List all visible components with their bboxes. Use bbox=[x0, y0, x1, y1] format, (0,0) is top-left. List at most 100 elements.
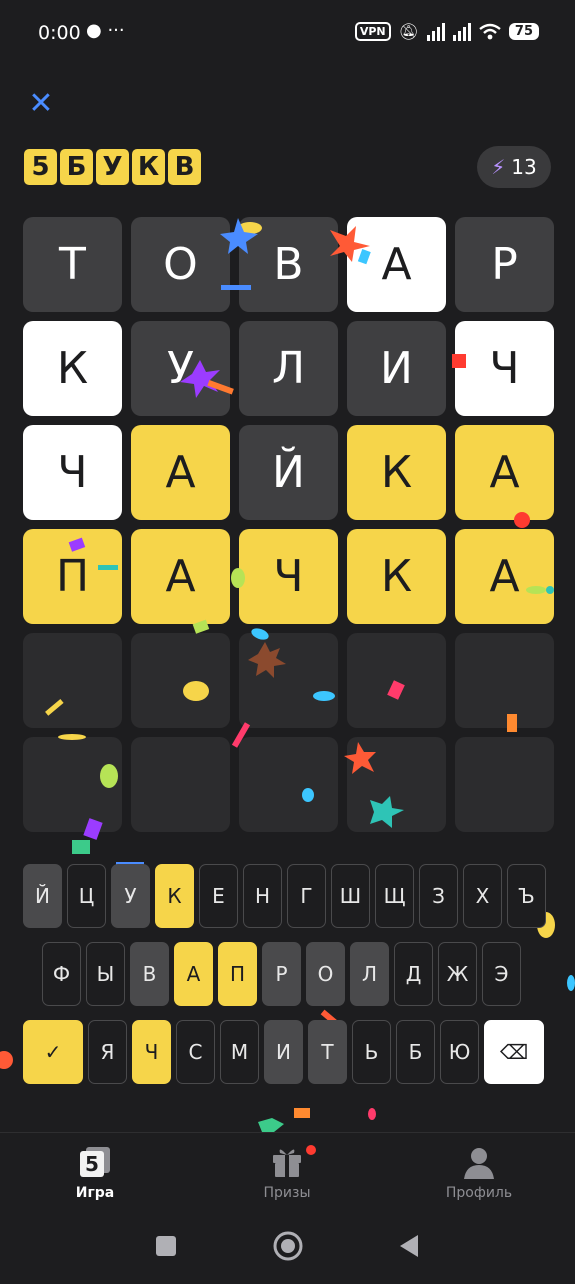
letter-tile: О bbox=[131, 217, 230, 312]
tab-profile[interactable]: Профиль bbox=[419, 1145, 539, 1201]
app-logo: 5 Б У К В bbox=[24, 149, 201, 185]
status-notification-icons: ● ··· bbox=[86, 20, 125, 41]
empty-tile bbox=[23, 633, 122, 728]
letter-tile: П bbox=[23, 529, 122, 624]
letter-tile: А bbox=[455, 529, 554, 624]
key[interactable]: Щ bbox=[375, 864, 414, 928]
letter-tile: К bbox=[347, 529, 446, 624]
system-navigation-bar bbox=[0, 1212, 575, 1280]
key[interactable]: Ц bbox=[67, 864, 106, 928]
key[interactable]: Ш bbox=[331, 864, 370, 928]
letter-tile: А bbox=[131, 425, 230, 520]
key[interactable]: И bbox=[264, 1020, 303, 1084]
svg-text:5: 5 bbox=[85, 1152, 99, 1176]
letter-tile: У bbox=[131, 321, 230, 416]
submit-check-icon[interactable]: ✓ bbox=[23, 1020, 83, 1084]
key[interactable]: Я bbox=[88, 1020, 127, 1084]
key[interactable]: Б bbox=[396, 1020, 435, 1084]
game-icon: 5 bbox=[80, 1147, 110, 1177]
recents-icon[interactable] bbox=[156, 1236, 176, 1256]
letter-tile: Ч bbox=[239, 529, 338, 624]
empty-tile bbox=[23, 737, 122, 832]
letter-tile: Й bbox=[239, 425, 338, 520]
empty-tile bbox=[239, 737, 338, 832]
battery-indicator: 75 bbox=[508, 23, 539, 40]
chat-notification-icon: ● bbox=[86, 20, 102, 41]
letter-tile: И bbox=[347, 321, 446, 416]
key[interactable]: В bbox=[130, 942, 169, 1006]
empty-tile bbox=[347, 737, 446, 832]
key[interactable]: К bbox=[155, 864, 194, 928]
key[interactable]: Ы bbox=[86, 942, 125, 1006]
key[interactable]: Ъ bbox=[507, 864, 546, 928]
key[interactable]: Е bbox=[199, 864, 238, 928]
key[interactable]: Ч bbox=[132, 1020, 171, 1084]
key[interactable]: Й bbox=[23, 864, 62, 928]
wifi-icon bbox=[479, 23, 501, 39]
keyboard-row-3: ✓ Я Ч С М И Т Ь Б Ю ⌫ bbox=[23, 1020, 544, 1084]
tab-prizes[interactable]: Призы bbox=[227, 1145, 347, 1201]
empty-tile bbox=[239, 633, 338, 728]
letter-tile: В bbox=[239, 217, 338, 312]
letter-tile: А bbox=[131, 529, 230, 624]
letter-tile: Ч bbox=[455, 321, 554, 416]
logo-letter: У bbox=[96, 149, 129, 185]
letter-tile: Л bbox=[239, 321, 338, 416]
empty-tile bbox=[131, 633, 230, 728]
letter-tile: К bbox=[23, 321, 122, 416]
letter-tile: А bbox=[347, 217, 446, 312]
tab-profile-label: Профиль bbox=[445, 1185, 513, 1201]
key[interactable]: Ю bbox=[440, 1020, 479, 1084]
key[interactable]: Ф bbox=[42, 942, 81, 1006]
key[interactable]: С bbox=[176, 1020, 215, 1084]
back-icon[interactable] bbox=[400, 1235, 418, 1257]
key[interactable]: Э bbox=[482, 942, 521, 1006]
empty-tile bbox=[455, 737, 554, 832]
key[interactable]: Г bbox=[287, 864, 326, 928]
close-icon[interactable]: ✕ bbox=[27, 89, 55, 119]
key[interactable]: У bbox=[111, 864, 150, 928]
key[interactable]: Ь bbox=[352, 1020, 391, 1084]
status-bar: 0:00 ● ··· VPN 🔕︎ 75 bbox=[0, 0, 575, 70]
keyboard-row-1: ЙЦУКЕНГШЩЗХЪ bbox=[23, 864, 546, 928]
letter-tile: А bbox=[455, 425, 554, 520]
logo-letter: Б bbox=[60, 149, 93, 185]
energy-counter[interactable]: ⚡︎ 13 bbox=[477, 146, 551, 188]
key[interactable]: Д bbox=[394, 942, 433, 1006]
keyboard-row-2: ФЫВАПРОЛДЖЭ bbox=[42, 942, 521, 1006]
key[interactable]: Р bbox=[262, 942, 301, 1006]
tab-game-label: Игра bbox=[75, 1185, 115, 1201]
empty-tile bbox=[131, 737, 230, 832]
key[interactable]: О bbox=[306, 942, 345, 1006]
bottom-tab-bar: 5 Игра Призы Профиль bbox=[0, 1132, 575, 1213]
key[interactable]: Н bbox=[243, 864, 282, 928]
key[interactable]: П bbox=[218, 942, 257, 1006]
logo-letter: К bbox=[132, 149, 165, 185]
empty-tile bbox=[455, 633, 554, 728]
key[interactable]: Ж bbox=[438, 942, 477, 1006]
key[interactable]: Т bbox=[308, 1020, 347, 1084]
lightning-icon: ⚡︎ bbox=[491, 155, 506, 179]
energy-count: 13 bbox=[511, 155, 537, 179]
letter-tile: Т bbox=[23, 217, 122, 312]
key[interactable]: З bbox=[419, 864, 458, 928]
key[interactable]: Х bbox=[463, 864, 502, 928]
signal-2-icon bbox=[452, 22, 471, 41]
notification-badge bbox=[306, 1145, 316, 1155]
status-right: VPN 🔕︎ 75 bbox=[354, 22, 539, 41]
home-icon[interactable] bbox=[273, 1231, 303, 1261]
status-time: 0:00 bbox=[38, 22, 81, 44]
logo-letter: 5 bbox=[24, 149, 57, 185]
profile-icon bbox=[464, 1148, 494, 1179]
key[interactable]: Л bbox=[350, 942, 389, 1006]
tab-game[interactable]: 5 Игра bbox=[35, 1145, 155, 1201]
backspace-icon[interactable]: ⌫ bbox=[484, 1020, 544, 1084]
mute-icon: 🔕︎ bbox=[398, 22, 419, 41]
vpn-badge: VPN bbox=[354, 22, 391, 41]
empty-tile bbox=[347, 633, 446, 728]
key[interactable]: А bbox=[174, 942, 213, 1006]
letter-tile: К bbox=[347, 425, 446, 520]
tab-prizes-label: Призы bbox=[263, 1185, 311, 1201]
key[interactable]: М bbox=[220, 1020, 259, 1084]
game-board: ТОВАРКУЛИЧЧАЙКАПАЧКА bbox=[23, 217, 554, 832]
